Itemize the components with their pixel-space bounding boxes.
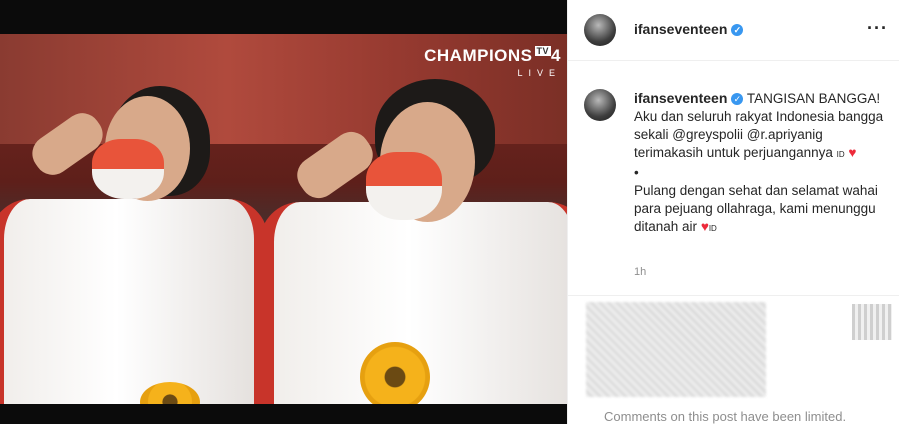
channel-badge: TV [534,46,552,56]
avatar[interactable] [584,14,616,46]
comments-limited-notice: Comments on this post have been limited. [604,409,847,424]
flag-id-icon: ID [836,150,845,159]
heart-emoji-icon: ♥ [848,145,857,160]
more-options-icon[interactable]: ··· [867,18,888,39]
athlete-left-mask [92,139,164,199]
caption-avatar[interactable] [584,89,616,121]
post-caption: ifanseventeen ✓ TANGISAN BANGGA! Aku dan … [634,89,884,238]
caption-bullet: • [634,165,639,180]
caption-headline: TANGISAN BANGGA! [746,91,881,106]
verified-badge-icon: ✓ [731,93,744,106]
athlete-right-mask [366,152,442,220]
divider [568,295,899,296]
channel-number: 4 [551,46,561,65]
flag-id-icon-2: ID [708,224,717,233]
verified-badge-icon: ✓ [731,24,744,37]
tv-channel-logo: CHAMPIONS TV 4 [424,46,561,66]
post-photo[interactable]: CHAMPIONS TV 4 LIVE [0,0,567,424]
caption-username[interactable]: ifanseventeen [634,90,727,106]
username-link[interactable]: ifanseventeen ✓ [634,21,744,37]
caption-line1: Aku dan seluruh rakyat Indonesia bangga … [634,109,884,160]
username-text: ifanseventeen [634,21,728,37]
post-header: ifanseventeen ✓ ··· [568,0,899,61]
channel-name: CHAMPIONS [424,46,533,65]
blurred-qr-area [852,304,892,340]
live-indicator: LIVE [517,68,561,78]
post-timestamp[interactable]: 1h [634,266,646,278]
heart-emoji-icon-2: ♥ [700,219,709,234]
athlete-left-jacket [0,199,268,404]
podium-scene [0,34,567,404]
post-side-panel: ifanseventeen ✓ ··· ifanseventeen ✓ TANGIS… [567,0,899,424]
flower-bouquet-right [360,342,430,404]
caption-line2: Pulang dengan sehat dan selamat wahai pa… [634,183,878,234]
blurred-comment-area [586,302,766,397]
